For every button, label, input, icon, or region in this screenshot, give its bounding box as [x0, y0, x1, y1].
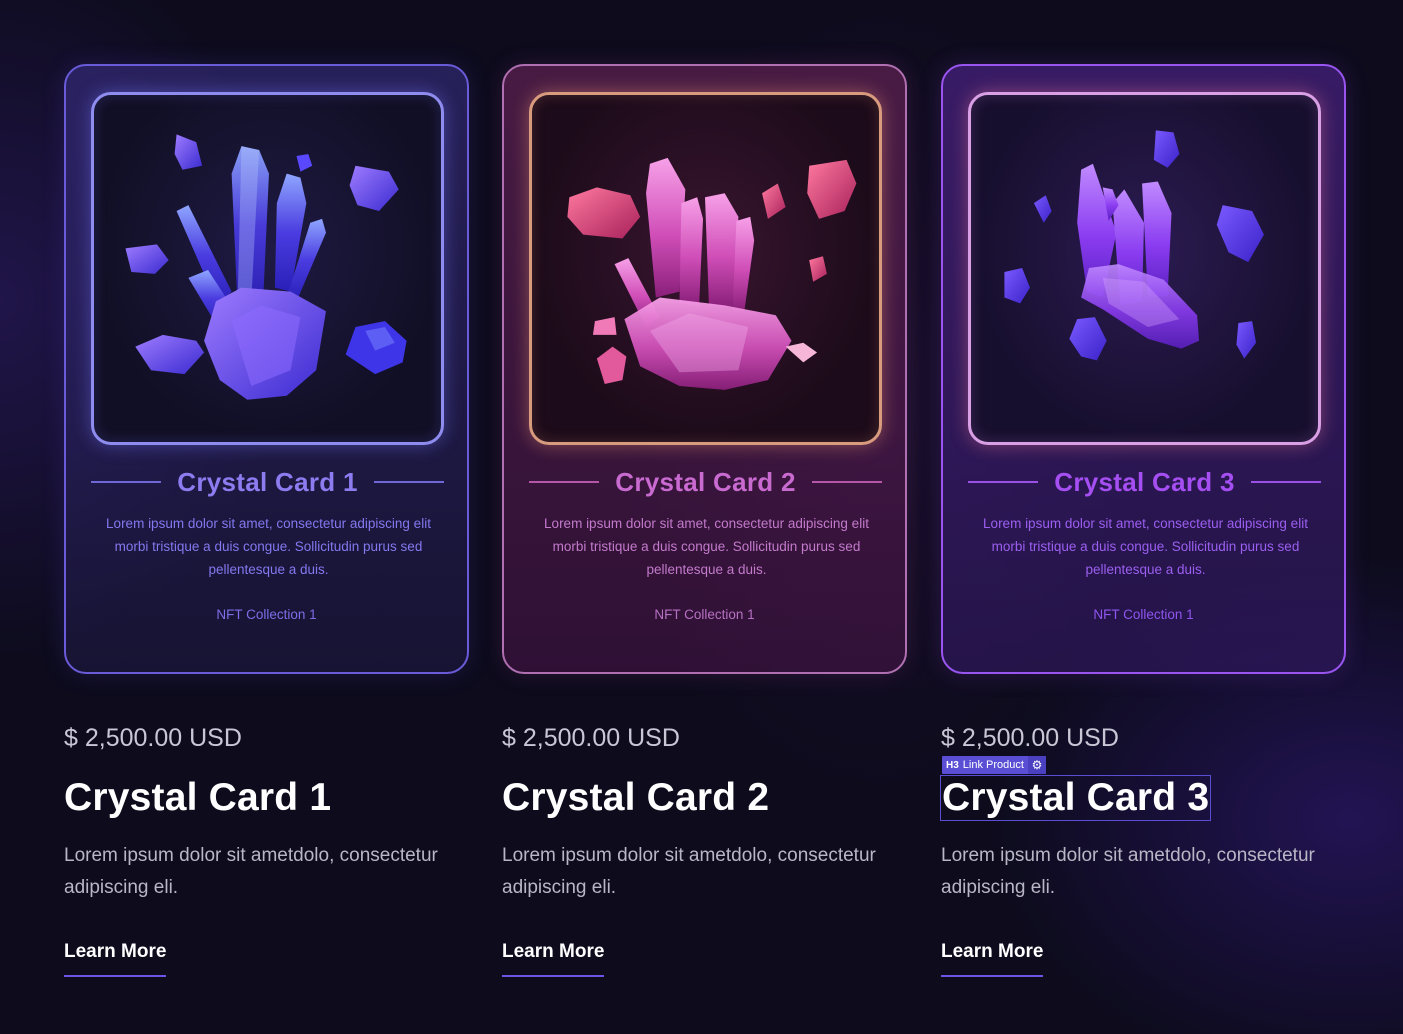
card-collection-label: NFT Collection 1 [216, 607, 317, 622]
crystal-blue-image [125, 134, 407, 400]
product-column-2: Crystal Card 2 Lorem ipsum dolor sit ame… [502, 64, 907, 977]
nft-card-2[interactable]: Crystal Card 2 Lorem ipsum dolor sit ame… [502, 64, 907, 674]
editor-element-tag[interactable]: H3 Link Product ⚙ [942, 756, 1046, 774]
nft-card-1[interactable]: Crystal Card 1 Lorem ipsum dolor sit ame… [64, 64, 469, 674]
product-title[interactable]: Crystal Card 2 [502, 776, 769, 820]
product-price: $ 2,500.00 USD [941, 724, 1119, 752]
card-collection-label: NFT Collection 1 [654, 607, 755, 622]
product-title-selected[interactable]: Crystal Card 3 [939, 775, 1212, 821]
card-description: Lorem ipsum dolor sit amet, consectetur … [544, 516, 869, 577]
product-column-3: Crystal Card 3 Lorem ipsum dolor sit ame… [939, 64, 1346, 977]
card-title: Crystal Card 1 [177, 466, 358, 497]
crystal-artwork-1 [91, 92, 444, 445]
nft-card-3[interactable]: Crystal Card 3 Lorem ipsum dolor sit ame… [941, 64, 1346, 674]
card-description: Lorem ipsum dolor sit amet, consectetur … [983, 516, 1308, 577]
card-title: Crystal Card 2 [615, 466, 796, 497]
learn-more-link[interactable]: Learn More [502, 941, 605, 977]
card-heading-row: Crystal Card 1 [91, 464, 444, 500]
card-heading-row: Crystal Card 2 [529, 464, 882, 500]
product-description: Lorem ipsum dolor sit ametdolo, consecte… [64, 845, 438, 898]
crystal-purple-image [1004, 130, 1264, 361]
product-title[interactable]: Crystal Card 1 [64, 776, 331, 820]
gear-icon[interactable]: ⚙ [1027, 756, 1046, 774]
crystal-artwork-2 [529, 92, 882, 445]
divider-line [811, 481, 882, 483]
product-price: $ 2,500.00 USD [64, 724, 242, 752]
product-column-1: Crystal Card 1 Lorem ipsum dolor sit ame… [64, 64, 469, 977]
learn-more-link[interactable]: Learn More [64, 941, 167, 977]
editor-tag-label: Link Product [962, 759, 1024, 771]
card-description: Lorem ipsum dolor sit amet, consectetur … [106, 516, 431, 577]
learn-more-link[interactable]: Learn More [941, 941, 1044, 977]
product-description: Lorem ipsum dolor sit ametdolo, consecte… [941, 845, 1315, 898]
heading-level-badge: H3 [946, 759, 959, 771]
divider-line [1250, 481, 1321, 483]
product-description: Lorem ipsum dolor sit ametdolo, consecte… [502, 845, 876, 898]
card-collection-label: NFT Collection 1 [1093, 607, 1194, 622]
card-heading-row: Crystal Card 3 [968, 464, 1321, 500]
product-price: $ 2,500.00 USD [502, 724, 680, 752]
divider-line [373, 481, 444, 483]
crystal-pink-image [567, 157, 857, 390]
card-title: Crystal Card 3 [1054, 466, 1235, 497]
divider-line [91, 481, 162, 483]
product-grid: Crystal Card 1 Lorem ipsum dolor sit ame… [0, 0, 1403, 1034]
crystal-artwork-3 [968, 92, 1321, 445]
divider-line [968, 481, 1039, 483]
divider-line [529, 481, 600, 483]
